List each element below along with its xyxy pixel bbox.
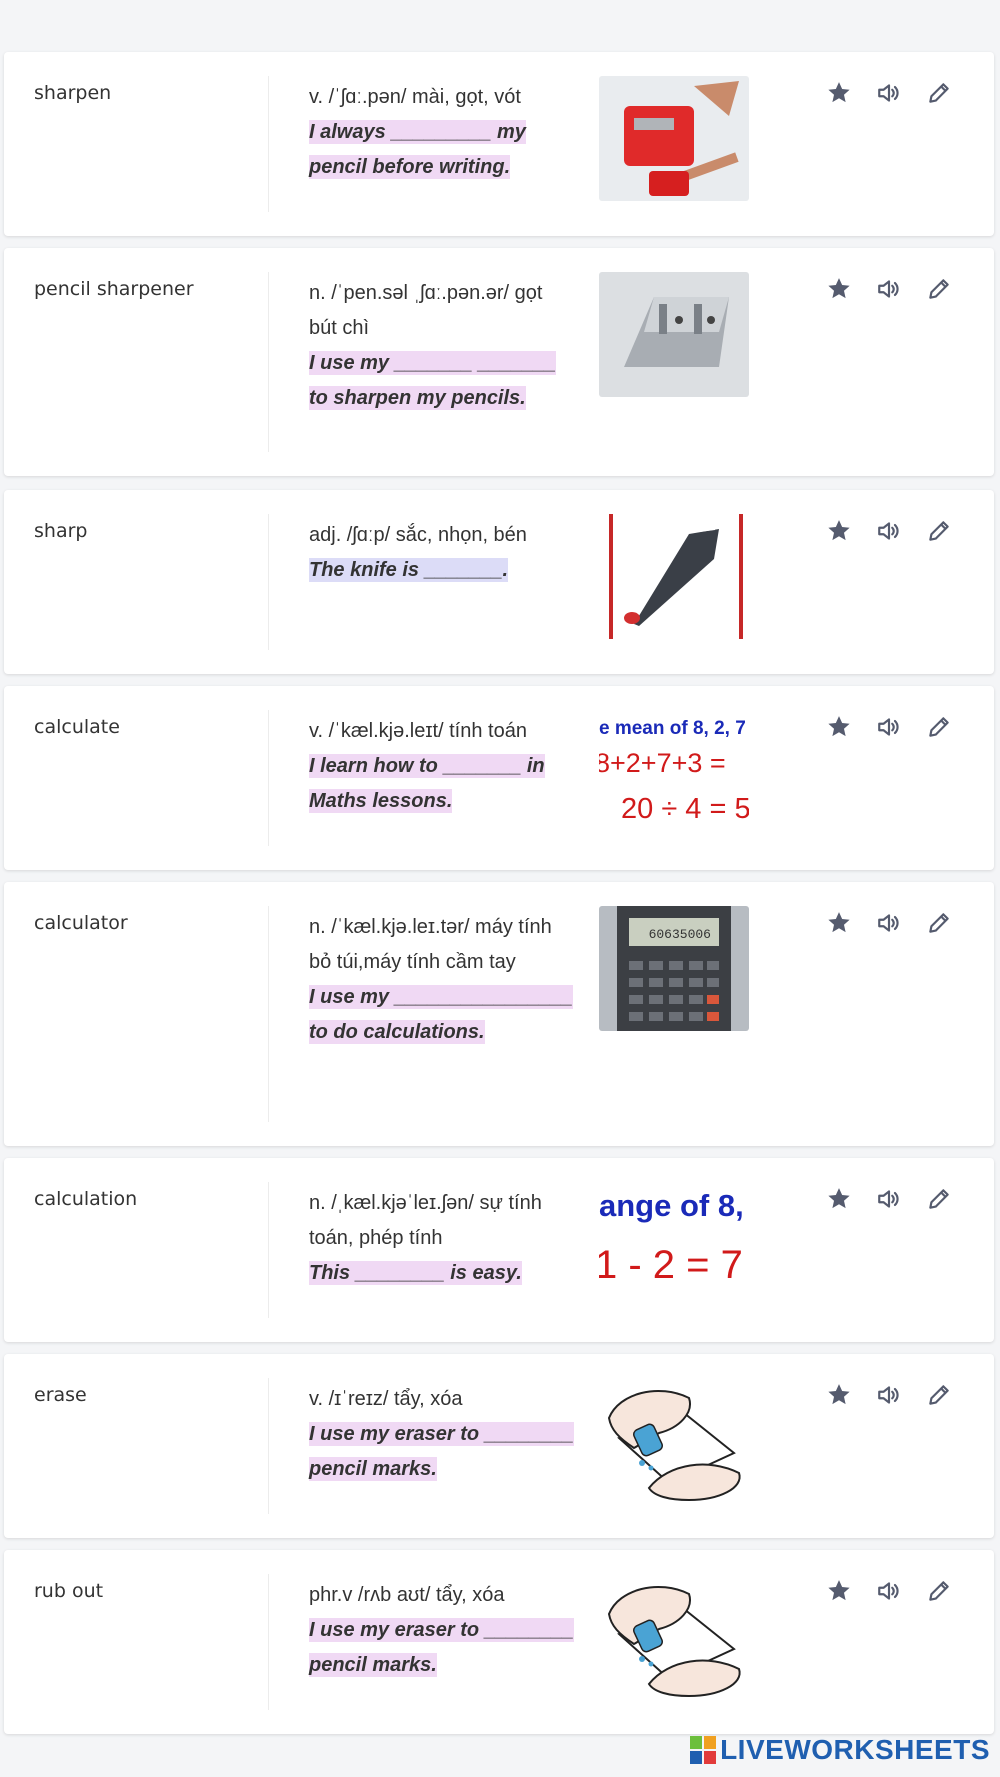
action-bar: [824, 712, 964, 742]
word-term: sharpen: [34, 82, 112, 104]
example-sentence: I use my eraser to ________ pencil marks…: [309, 1422, 574, 1481]
star-icon[interactable]: [824, 712, 854, 742]
word-definition: v. /ˈkæl.kjə.leɪt/ tính toán: [309, 720, 527, 742]
pencil-icon[interactable]: [924, 1184, 954, 1214]
example-sentence: I always _________ my pencil before writ…: [309, 120, 526, 179]
pencil-icon[interactable]: [924, 1380, 954, 1410]
star-icon[interactable]: [824, 516, 854, 546]
liveworksheets-logo[interactable]: LIVEWORKSHEETS: [690, 1730, 990, 1770]
divider: [268, 710, 269, 846]
speaker-icon[interactable]: [874, 274, 904, 304]
divider: [268, 76, 269, 212]
pencil-icon[interactable]: [924, 516, 954, 546]
word-definition-block: adj. /ʃɑːp/ sắc, nhọn, bén The knife is …: [309, 518, 574, 588]
action-bar: [824, 78, 964, 108]
star-icon[interactable]: [824, 274, 854, 304]
word-term: calculate: [34, 716, 120, 738]
divider: [268, 1182, 269, 1318]
word-definition-block: phr.v /rʌb aʊt/ tẩy, xóa I use my eraser…: [309, 1578, 574, 1683]
word-definition-block: v. /ˈkæl.kjə.leɪt/ tính toán I learn how…: [309, 714, 574, 819]
knife-blade-icon: [599, 514, 749, 639]
word-definition-block: n. /ˈpen.səl ˌʃɑː.pən.ər/ gọt bút chì I …: [309, 276, 574, 416]
divider: [268, 514, 269, 650]
word-definition-block: v. /ˈʃɑː.pən/ mài, gọt, vót I always ___…: [309, 80, 574, 185]
speaker-icon[interactable]: [874, 908, 904, 938]
pencil-icon[interactable]: [924, 908, 954, 938]
calculator-icon: 60635006: [599, 906, 749, 1031]
action-bar: [824, 516, 964, 546]
example-sentence: The knife is _______.: [309, 558, 509, 582]
divider: [268, 906, 269, 1122]
word-term: calculator: [34, 912, 128, 934]
example-sentence: I use my ________________ to do calculat…: [309, 985, 573, 1044]
speaker-icon[interactable]: [874, 78, 904, 108]
star-icon[interactable]: [824, 1576, 854, 1606]
divider: [268, 1574, 269, 1710]
star-icon[interactable]: [824, 78, 854, 108]
speaker-icon[interactable]: [874, 1380, 904, 1410]
star-icon[interactable]: [824, 1184, 854, 1214]
word-definition-block: n. /ˌkæl.kjəˈleɪ.ʃən/ sự tính toán, phép…: [309, 1186, 574, 1291]
word-card: rub out phr.v /rʌb aʊt/ tẩy, xóa I use m…: [4, 1550, 994, 1734]
image-caption: ange of 8,: [599, 1188, 744, 1223]
example-sentence: I use my _______ _______ to sharpen my p…: [309, 351, 556, 410]
word-card: pencil sharpener n. /ˈpen.səl ˌʃɑː.pən.ə…: [4, 248, 994, 476]
pencil-icon[interactable]: [924, 712, 954, 742]
image-caption: 20 ÷ 4 = 5: [621, 793, 749, 825]
divider: [268, 272, 269, 452]
action-bar: [824, 1380, 964, 1410]
action-bar: [824, 1576, 964, 1606]
star-icon[interactable]: [824, 1380, 854, 1410]
word-definition: n. /ˈkæl.kjə.leɪ.tər/ máy tính bỏ túi,má…: [309, 916, 552, 973]
example-sentence: I use my eraser to ________ pencil marks…: [309, 1618, 574, 1677]
word-definition: n. /ˌkæl.kjəˈleɪ.ʃən/ sự tính toán, phép…: [309, 1192, 542, 1249]
word-definition: phr.v /rʌb aʊt/ tẩy, xóa: [309, 1584, 505, 1606]
word-term: pencil sharpener: [34, 278, 194, 300]
hands-erasing-icon: [599, 1574, 749, 1699]
action-bar: [824, 1184, 964, 1214]
image-caption: 1 - 2 = 7: [599, 1243, 743, 1287]
image-caption: 8+2+7+3 =: [599, 748, 726, 778]
word-term: erase: [34, 1384, 87, 1406]
speaker-icon[interactable]: [874, 712, 904, 742]
liveworksheets-logo-icon: [690, 1736, 717, 1764]
pencil-icon[interactable]: [924, 1576, 954, 1606]
word-card: calculation n. /ˌkæl.kjəˈleɪ.ʃən/ sự tín…: [4, 1158, 994, 1342]
example-sentence: This ________ is easy.: [309, 1261, 522, 1285]
calculator-display: 60635006: [649, 927, 711, 942]
star-icon[interactable]: [824, 908, 854, 938]
word-card: calculate v. /ˈkæl.kjə.leɪt/ tính toán I…: [4, 686, 994, 870]
word-card: sharpen v. /ˈʃɑː.pən/ mài, gọt, vót I al…: [4, 52, 994, 236]
word-definition: n. /ˈpen.səl ˌʃɑː.pən.ər/ gọt bút chì: [309, 282, 543, 339]
word-term: rub out: [34, 1580, 104, 1602]
word-definition-block: v. /ɪˈreɪz/ tẩy, xóa I use my eraser to …: [309, 1382, 574, 1487]
word-term: calculation: [34, 1188, 138, 1210]
pencil-sharpener-red-icon: [599, 76, 749, 201]
metal-sharpener-icon: [599, 272, 749, 397]
action-bar: [824, 274, 964, 304]
word-term: sharp: [34, 520, 88, 542]
word-card: sharp adj. /ʃɑːp/ sắc, nhọn, bén The kni…: [4, 490, 994, 674]
divider: [268, 1378, 269, 1514]
word-definition-block: n. /ˈkæl.kjə.leɪ.tər/ máy tính bỏ túi,má…: [309, 910, 574, 1050]
speaker-icon[interactable]: [874, 1184, 904, 1214]
image-caption: e mean of 8, 2, 7: [599, 718, 746, 739]
word-definition: adj. /ʃɑːp/ sắc, nhọn, bén: [309, 524, 527, 546]
pencil-icon[interactable]: [924, 274, 954, 304]
word-definition: v. /ɪˈreɪz/ tẩy, xóa: [309, 1388, 463, 1410]
logo-text: LIVEWORKSHEETS: [720, 1734, 990, 1765]
word-definition: v. /ˈʃɑː.pən/ mài, gọt, vót: [309, 86, 521, 108]
action-bar: [824, 908, 964, 938]
hands-erasing-icon: [599, 1378, 749, 1503]
math-calculation-icon: e mean of 8, 2, 7 8+2+7+3 = 20 ÷ 4 = 5: [599, 710, 749, 835]
speaker-icon[interactable]: [874, 516, 904, 546]
speaker-icon[interactable]: [874, 1576, 904, 1606]
word-card: erase v. /ɪˈreɪz/ tẩy, xóa I use my eras…: [4, 1354, 994, 1538]
example-sentence: I learn how to _______ in Maths lessons.: [309, 754, 545, 813]
word-card: calculator n. /ˈkæl.kjə.leɪ.tər/ máy tín…: [4, 882, 994, 1146]
range-calculation-icon: ange of 8, 1 - 2 = 7: [599, 1182, 749, 1307]
pencil-icon[interactable]: [924, 78, 954, 108]
